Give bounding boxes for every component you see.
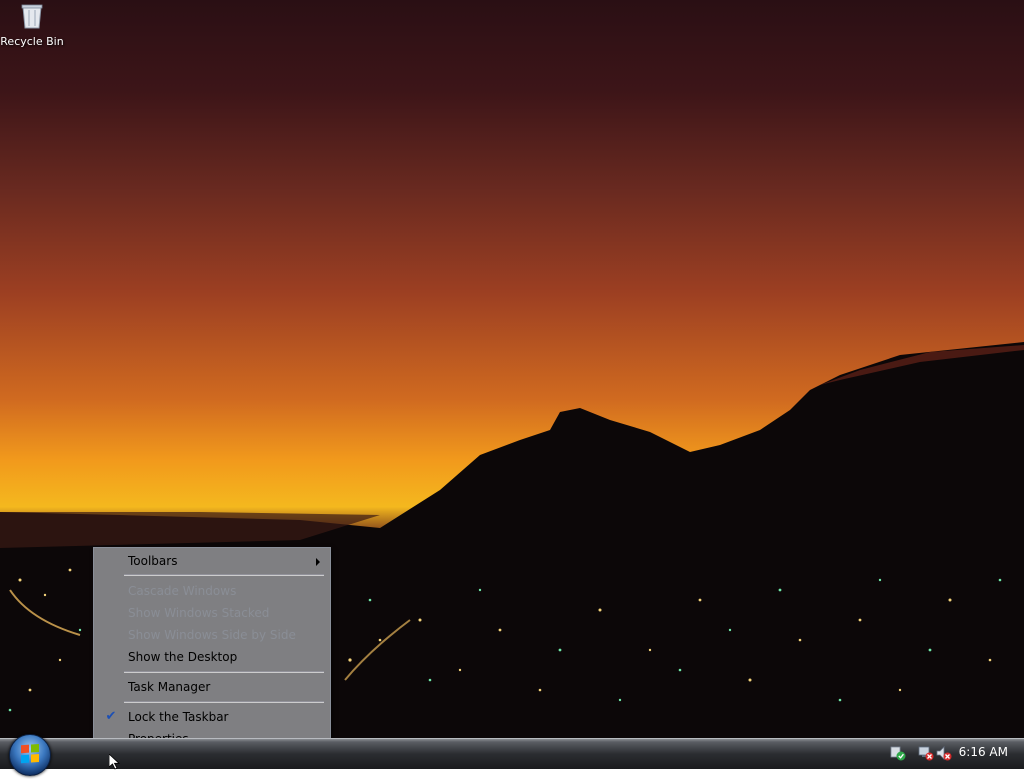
network-disconnected-icon[interactable] [918, 745, 934, 761]
menu-separator [124, 701, 324, 703]
menu-item-label: Lock the Taskbar [128, 710, 229, 724]
menu-item-label: Show the Desktop [128, 650, 238, 664]
taskbar-clock[interactable]: 6:16 AM [959, 742, 1008, 762]
menu-item-show-windows-side-by-side: Show Windows Side by Side [94, 624, 328, 646]
menu-item-cascade-windows: Cascade Windows [94, 580, 328, 602]
windows-start-orb-icon[interactable] [9, 734, 51, 776]
menu-item-label: Show Windows Stacked [128, 606, 270, 620]
windows-logo-icon [21, 743, 39, 764]
menu-item-label: Show Windows Side by Side [128, 628, 296, 642]
menu-item-label: Cascade Windows [128, 584, 237, 598]
menu-item-show-windows-stacked: Show Windows Stacked [94, 602, 328, 624]
recycle-bin-icon [21, 4, 43, 29]
menu-item-toolbars[interactable]: Toolbars [94, 550, 328, 572]
submenu-arrow-icon [316, 558, 320, 566]
taskbar[interactable] [0, 738, 1024, 769]
menu-item-label: Toolbars [128, 554, 178, 568]
security-shield-icon[interactable] [890, 745, 906, 761]
menu-item-task-manager[interactable]: Task Manager [94, 676, 328, 698]
menu-separator [124, 574, 324, 576]
checkmark-icon: ✔ [105, 709, 117, 724]
volume-muted-icon[interactable] [936, 745, 952, 761]
menu-item-show-desktop[interactable]: Show the Desktop [94, 646, 328, 668]
menu-separator [124, 671, 324, 673]
menu-item-lock-taskbar[interactable]: ✔ Lock the Taskbar [94, 706, 328, 728]
desktop-icon-recycle-bin[interactable]: Recycle Bin [0, 2, 64, 48]
menu-item-label: Task Manager [128, 680, 211, 694]
taskbar-context-menu: Toolbars Cascade Windows Show Windows St… [93, 547, 331, 753]
recycle-bin-label: Recycle Bin [0, 35, 64, 48]
